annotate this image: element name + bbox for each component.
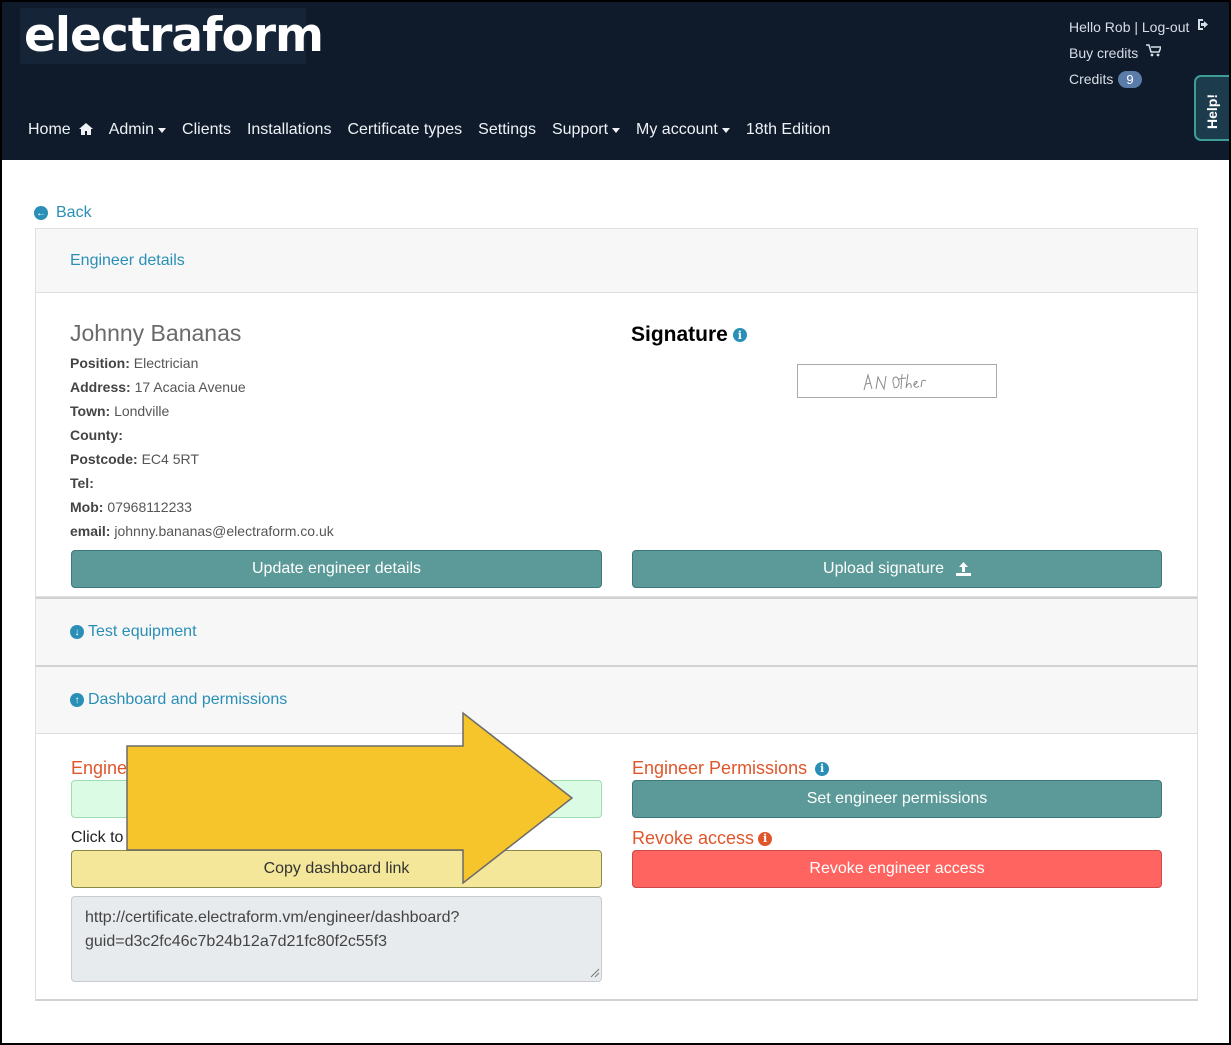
field-email: email: johnny.bananas@electraform.co.uk [70, 523, 334, 539]
engineer-fields: Position: Electrician Address: 17 Acacia… [70, 351, 334, 543]
nav-home-label: Home [28, 121, 71, 138]
back-label: Back [56, 204, 92, 221]
credits-label: Credits [1069, 71, 1114, 87]
help-tab[interactable]: Help! [1194, 75, 1229, 141]
info-icon[interactable]: i [732, 328, 747, 342]
nav-admin-label: Admin [108, 121, 155, 138]
back-link[interactable]: ← Back [34, 204, 92, 222]
nav-settings[interactable]: Settings [478, 121, 536, 139]
click-to-text: Click to [71, 829, 124, 846]
update-engineer-details-label: Update engineer details [251, 560, 421, 577]
arrow-down-circle-icon: ↓ [70, 625, 84, 639]
field-mob: Mob: 07968112233 [70, 499, 192, 515]
nav-clients-label: Clients [182, 121, 231, 138]
upload-icon [955, 562, 971, 576]
revoke-engineer-access-button[interactable]: Revoke engineer access [632, 850, 1162, 888]
arrow-left-circle-icon: ← [34, 206, 48, 220]
nav-certificate-types[interactable]: Certificate types [347, 121, 462, 139]
engineer-permissions-title: Engineer Permissions [632, 758, 808, 778]
dashboard-url-textarea[interactable]: http://certificate.electraform.vm/engine… [71, 896, 602, 982]
revoke-engineer-access-label: Revoke engineer access [809, 860, 985, 877]
engineer-dashboard-heading: Engine [71, 758, 128, 778]
info-icon[interactable]: i [815, 761, 830, 776]
signature-heading: Signature i [631, 323, 747, 347]
field-town: Town: Londville [70, 403, 170, 419]
engineer-permissions-heading: Engineer Permissions i [632, 758, 830, 779]
engineer-details-header[interactable]: Engineer details [36, 229, 1197, 293]
revoke-access-title: Revoke access [632, 828, 755, 848]
nav-installations[interactable]: Installations [247, 121, 332, 139]
set-engineer-permissions-button[interactable]: Set engineer permissions [632, 780, 1162, 818]
nav-18th-edition-label: 18th Edition [745, 121, 831, 138]
nav-certificate-types-label: Certificate types [347, 121, 463, 138]
nav-clients[interactable]: Clients [182, 121, 231, 139]
engineer-name: Johnny Bananas [70, 320, 242, 346]
upload-signature-label: Upload signature [823, 560, 944, 577]
electraform-logo[interactable]: electraform [20, 8, 324, 64]
user-menu: Hello Rob | Log-out Buy credits Credits … [1069, 14, 1211, 92]
greeting-logout-link[interactable]: Hello Rob | Log-out [1069, 17, 1189, 37]
nav-my-account[interactable]: My account [636, 121, 730, 139]
nav-18th-edition[interactable]: 18th Edition [746, 121, 831, 139]
field-position: Position: Electrician [70, 355, 199, 371]
signature-image [797, 364, 997, 398]
chevron-down-icon [158, 127, 167, 133]
field-county: County: [70, 427, 123, 443]
engineer-details-title: Engineer details [70, 251, 185, 269]
dashboard-permissions-title: Dashboard and permissions [88, 691, 288, 708]
home-icon [78, 122, 93, 138]
test-equipment-card: ↓ Test equipment [35, 597, 1198, 665]
buy-credits-link[interactable]: Buy credits [1069, 43, 1138, 63]
test-equipment-header[interactable]: ↓ Test equipment [36, 599, 1197, 665]
chevron-down-icon [612, 127, 621, 133]
upload-signature-button[interactable]: Upload signature [632, 550, 1162, 588]
set-engineer-permissions-label: Set engineer permissions [806, 790, 988, 807]
chevron-down-icon [721, 127, 730, 133]
top-navbar: electraform Hello Rob | Log-out Buy cred… [2, 2, 1229, 160]
nav-home[interactable]: Home [28, 121, 93, 139]
main-nav: Home Admin Clients Installations Certifi… [28, 121, 846, 139]
nav-admin[interactable]: Admin [108, 121, 167, 139]
field-tel: Tel: [70, 475, 94, 491]
field-postcode: Postcode: EC4 5RT [70, 451, 199, 467]
help-tab-label: Help! [1204, 94, 1220, 129]
nav-installations-label: Installations [246, 121, 332, 138]
nav-support-label: Support [551, 121, 609, 138]
update-engineer-details-button[interactable]: Update engineer details [71, 550, 602, 588]
handwritten-signature [863, 373, 927, 391]
test-equipment-title: Test equipment [88, 623, 197, 640]
nav-settings-label: Settings [478, 121, 536, 138]
info-icon[interactable]: i [758, 831, 773, 846]
nav-my-account-label: My account [636, 121, 718, 138]
credits-badge: 9 [1118, 70, 1142, 88]
revoke-access-heading: Revoke access i [632, 828, 773, 849]
signature-title: Signature [631, 323, 728, 346]
nav-support[interactable]: Support [551, 121, 621, 139]
app-window: electraform Hello Rob | Log-out Buy cred… [0, 0, 1231, 1045]
callout-arrow-icon [126, 711, 574, 885]
resize-handle-icon[interactable] [590, 968, 600, 978]
arrow-up-circle-icon: ↑ [70, 693, 84, 707]
logout-icon[interactable] [1197, 17, 1211, 37]
cart-icon[interactable] [1146, 43, 1163, 63]
field-address: Address: 17 Acacia Avenue [70, 379, 246, 395]
